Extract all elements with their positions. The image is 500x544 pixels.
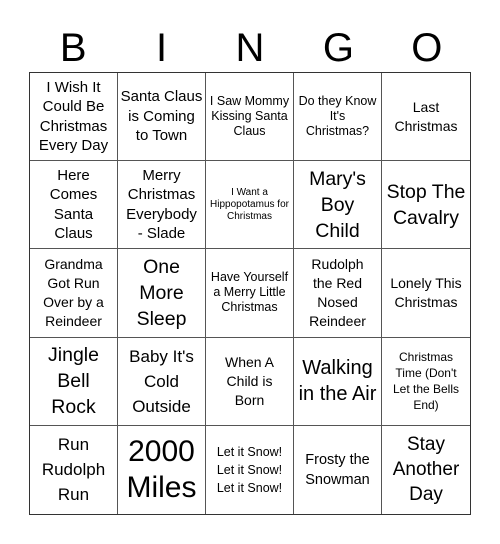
cell-text: Here Comes Santa Claus bbox=[49, 166, 98, 243]
cell-text: Merry Christmas Everybody - Slade bbox=[126, 166, 197, 243]
bingo-cell[interactable]: Have Yourself a Merry Little Christmas bbox=[206, 249, 294, 338]
cell-text: Baby It's Cold Outside bbox=[129, 346, 194, 416]
bingo-cell[interactable]: 2000 Miles bbox=[118, 425, 206, 514]
bingo-header: B I N G O bbox=[29, 24, 471, 72]
bingo-cell[interactable]: Walking in the Air bbox=[294, 337, 382, 426]
bingo-cell[interactable]: I Want a Hippopotamus for Christmas bbox=[206, 161, 294, 250]
bingo-cell[interactable]: Stay Another Day bbox=[382, 426, 470, 514]
bingo-cell[interactable]: Lonely This Christmas bbox=[382, 249, 470, 338]
cell-text: 2000 Miles bbox=[126, 434, 197, 504]
cell-text: Last Christmas bbox=[394, 98, 458, 134]
cell-text: One More Sleep bbox=[136, 255, 187, 330]
cell-text: Frosty the Snowman bbox=[305, 451, 370, 488]
bingo-cell[interactable]: Mary's Boy Child bbox=[294, 161, 382, 250]
bingo-cell[interactable]: Frosty the Snowman bbox=[294, 425, 382, 514]
bingo-cell[interactable]: Christmas Time (Don't Let the Bells End) bbox=[382, 338, 470, 426]
bingo-cell[interactable]: I Wish It Could Be Christmas Every Day bbox=[30, 73, 118, 162]
cell-text: Christmas Time (Don't Let the Bells End) bbox=[392, 350, 460, 413]
bingo-cell[interactable]: Jingle Bell Rock bbox=[30, 337, 118, 426]
header-letter-n: N bbox=[235, 26, 265, 70]
bingo-cell[interactable]: I Saw Mommy Kissing Santa Claus bbox=[206, 73, 294, 162]
cell-text: Jingle Bell Rock bbox=[48, 344, 99, 419]
header-letter-b: B bbox=[59, 26, 87, 70]
cell-text: Run Rudolph Run bbox=[41, 435, 106, 505]
cell-text: Do they Know It's Christmas? bbox=[298, 94, 377, 139]
bingo-cell[interactable]: One More Sleep bbox=[118, 249, 206, 338]
cell-text: I Want a Hippopotamus for Christmas bbox=[210, 186, 289, 222]
header-letter-i: I bbox=[156, 26, 168, 70]
header-letter-o: O bbox=[411, 26, 443, 70]
cell-text: When A Child is Born bbox=[224, 353, 275, 408]
cell-text: Stop The Cavalry bbox=[386, 180, 466, 229]
header-letter-g: G bbox=[322, 26, 354, 70]
cell-text: Rudolph the Red Nosed Reindeer bbox=[309, 255, 366, 329]
cell-text: Walking in the Air bbox=[298, 357, 377, 406]
cell-text: I Wish It Could Be Christmas Every Day bbox=[38, 78, 109, 155]
bingo-cell[interactable]: Run Rudolph Run bbox=[30, 425, 118, 514]
cell-text: Grandma Got Run Over by a Reindeer bbox=[43, 255, 104, 329]
cell-text: Stay Another Day bbox=[392, 434, 460, 506]
bingo-cell[interactable]: When A Child is Born bbox=[206, 337, 294, 426]
bingo-cell[interactable]: Rudolph the Red Nosed Reindeer bbox=[294, 249, 382, 338]
bingo-grid: I Wish It Could Be Christmas Every Day S… bbox=[29, 72, 471, 515]
cell-text: Let it Snow! Let it Snow! Let it Snow! bbox=[216, 444, 283, 495]
cell-text: I Saw Mommy Kissing Santa Claus bbox=[209, 94, 290, 139]
cell-text: Santa Claus is Coming to Town bbox=[120, 88, 203, 145]
bingo-cell[interactable]: Santa Claus is Coming to Town bbox=[118, 73, 206, 162]
bingo-cell[interactable]: Last Christmas bbox=[382, 73, 470, 162]
bingo-cell[interactable]: Baby It's Cold Outside bbox=[118, 337, 206, 426]
cell-text: Mary's Boy Child bbox=[309, 167, 366, 242]
bingo-cell[interactable]: Let it Snow! Let it Snow! Let it Snow! bbox=[206, 425, 294, 514]
bingo-cell[interactable]: Do they Know It's Christmas? bbox=[294, 73, 382, 162]
bingo-cell[interactable]: Grandma Got Run Over by a Reindeer bbox=[30, 249, 118, 338]
bingo-cell[interactable]: Merry Christmas Everybody - Slade bbox=[118, 161, 206, 250]
cell-text: Have Yourself a Merry Little Christmas bbox=[210, 270, 289, 315]
bingo-cell[interactable]: Stop The Cavalry bbox=[382, 161, 470, 250]
cell-text: Lonely This Christmas bbox=[390, 274, 462, 310]
bingo-cell[interactable]: Here Comes Santa Claus bbox=[30, 161, 118, 250]
